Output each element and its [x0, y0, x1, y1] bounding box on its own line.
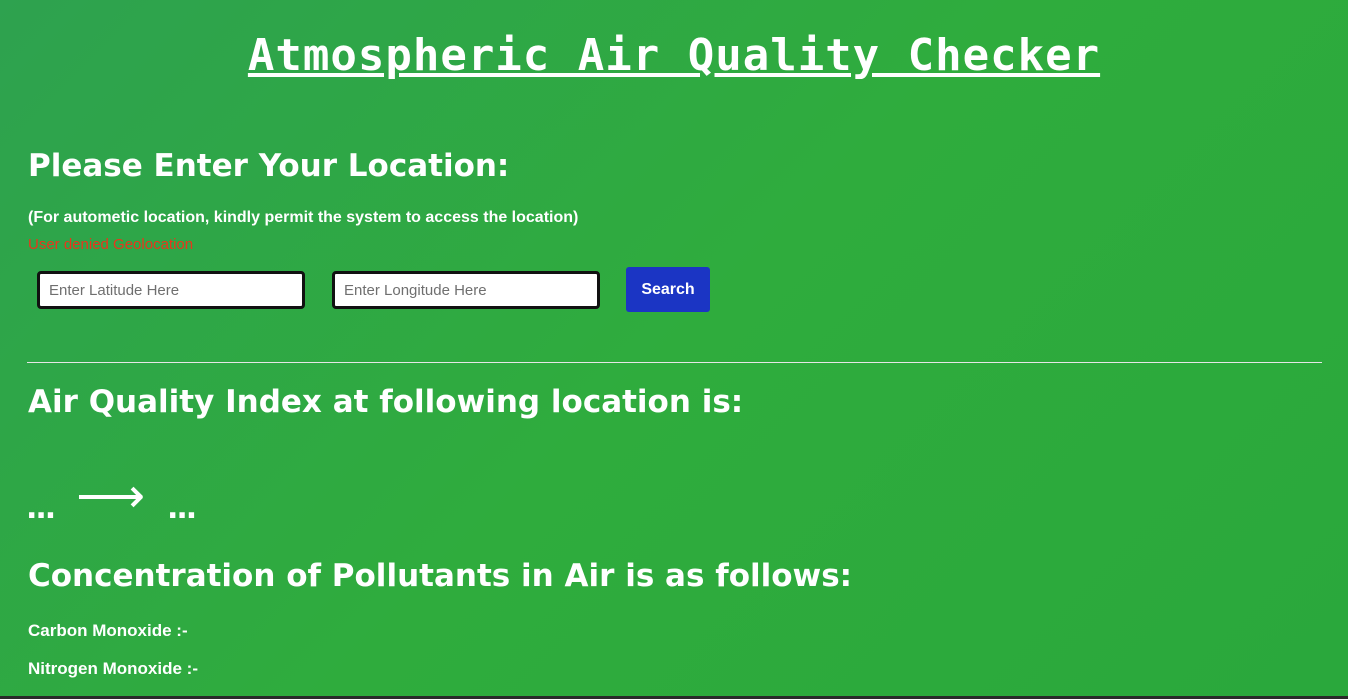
page-title: Atmospheric Air Quality Checker [247, 30, 1101, 81]
arrow-right-icon: ⟶ [76, 468, 146, 524]
location-permission-note: (For autometic location, kindly permit t… [28, 209, 579, 226]
location-heading: Please Enter Your Location: [28, 148, 510, 184]
pollutants-heading: Concentration of Pollutants in Air is as… [28, 558, 853, 594]
geolocation-status: User denied Geolocation [28, 236, 194, 253]
pollutant-carbon-monoxide: Carbon Monoxide :- [28, 621, 188, 640]
aqi-heading: Air Quality Index at following location … [28, 384, 744, 420]
latitude-input[interactable] [37, 271, 305, 309]
aqi-category: ... [167, 490, 197, 526]
aqi-result: ... ⟶ ... [26, 468, 197, 530]
section-divider [27, 362, 1322, 363]
longitude-input[interactable] [332, 271, 600, 309]
search-button[interactable]: Search [626, 267, 710, 312]
pollutant-nitrogen-monoxide: Nitrogen Monoxide :- [28, 659, 198, 678]
aqi-value: ... [26, 490, 56, 526]
